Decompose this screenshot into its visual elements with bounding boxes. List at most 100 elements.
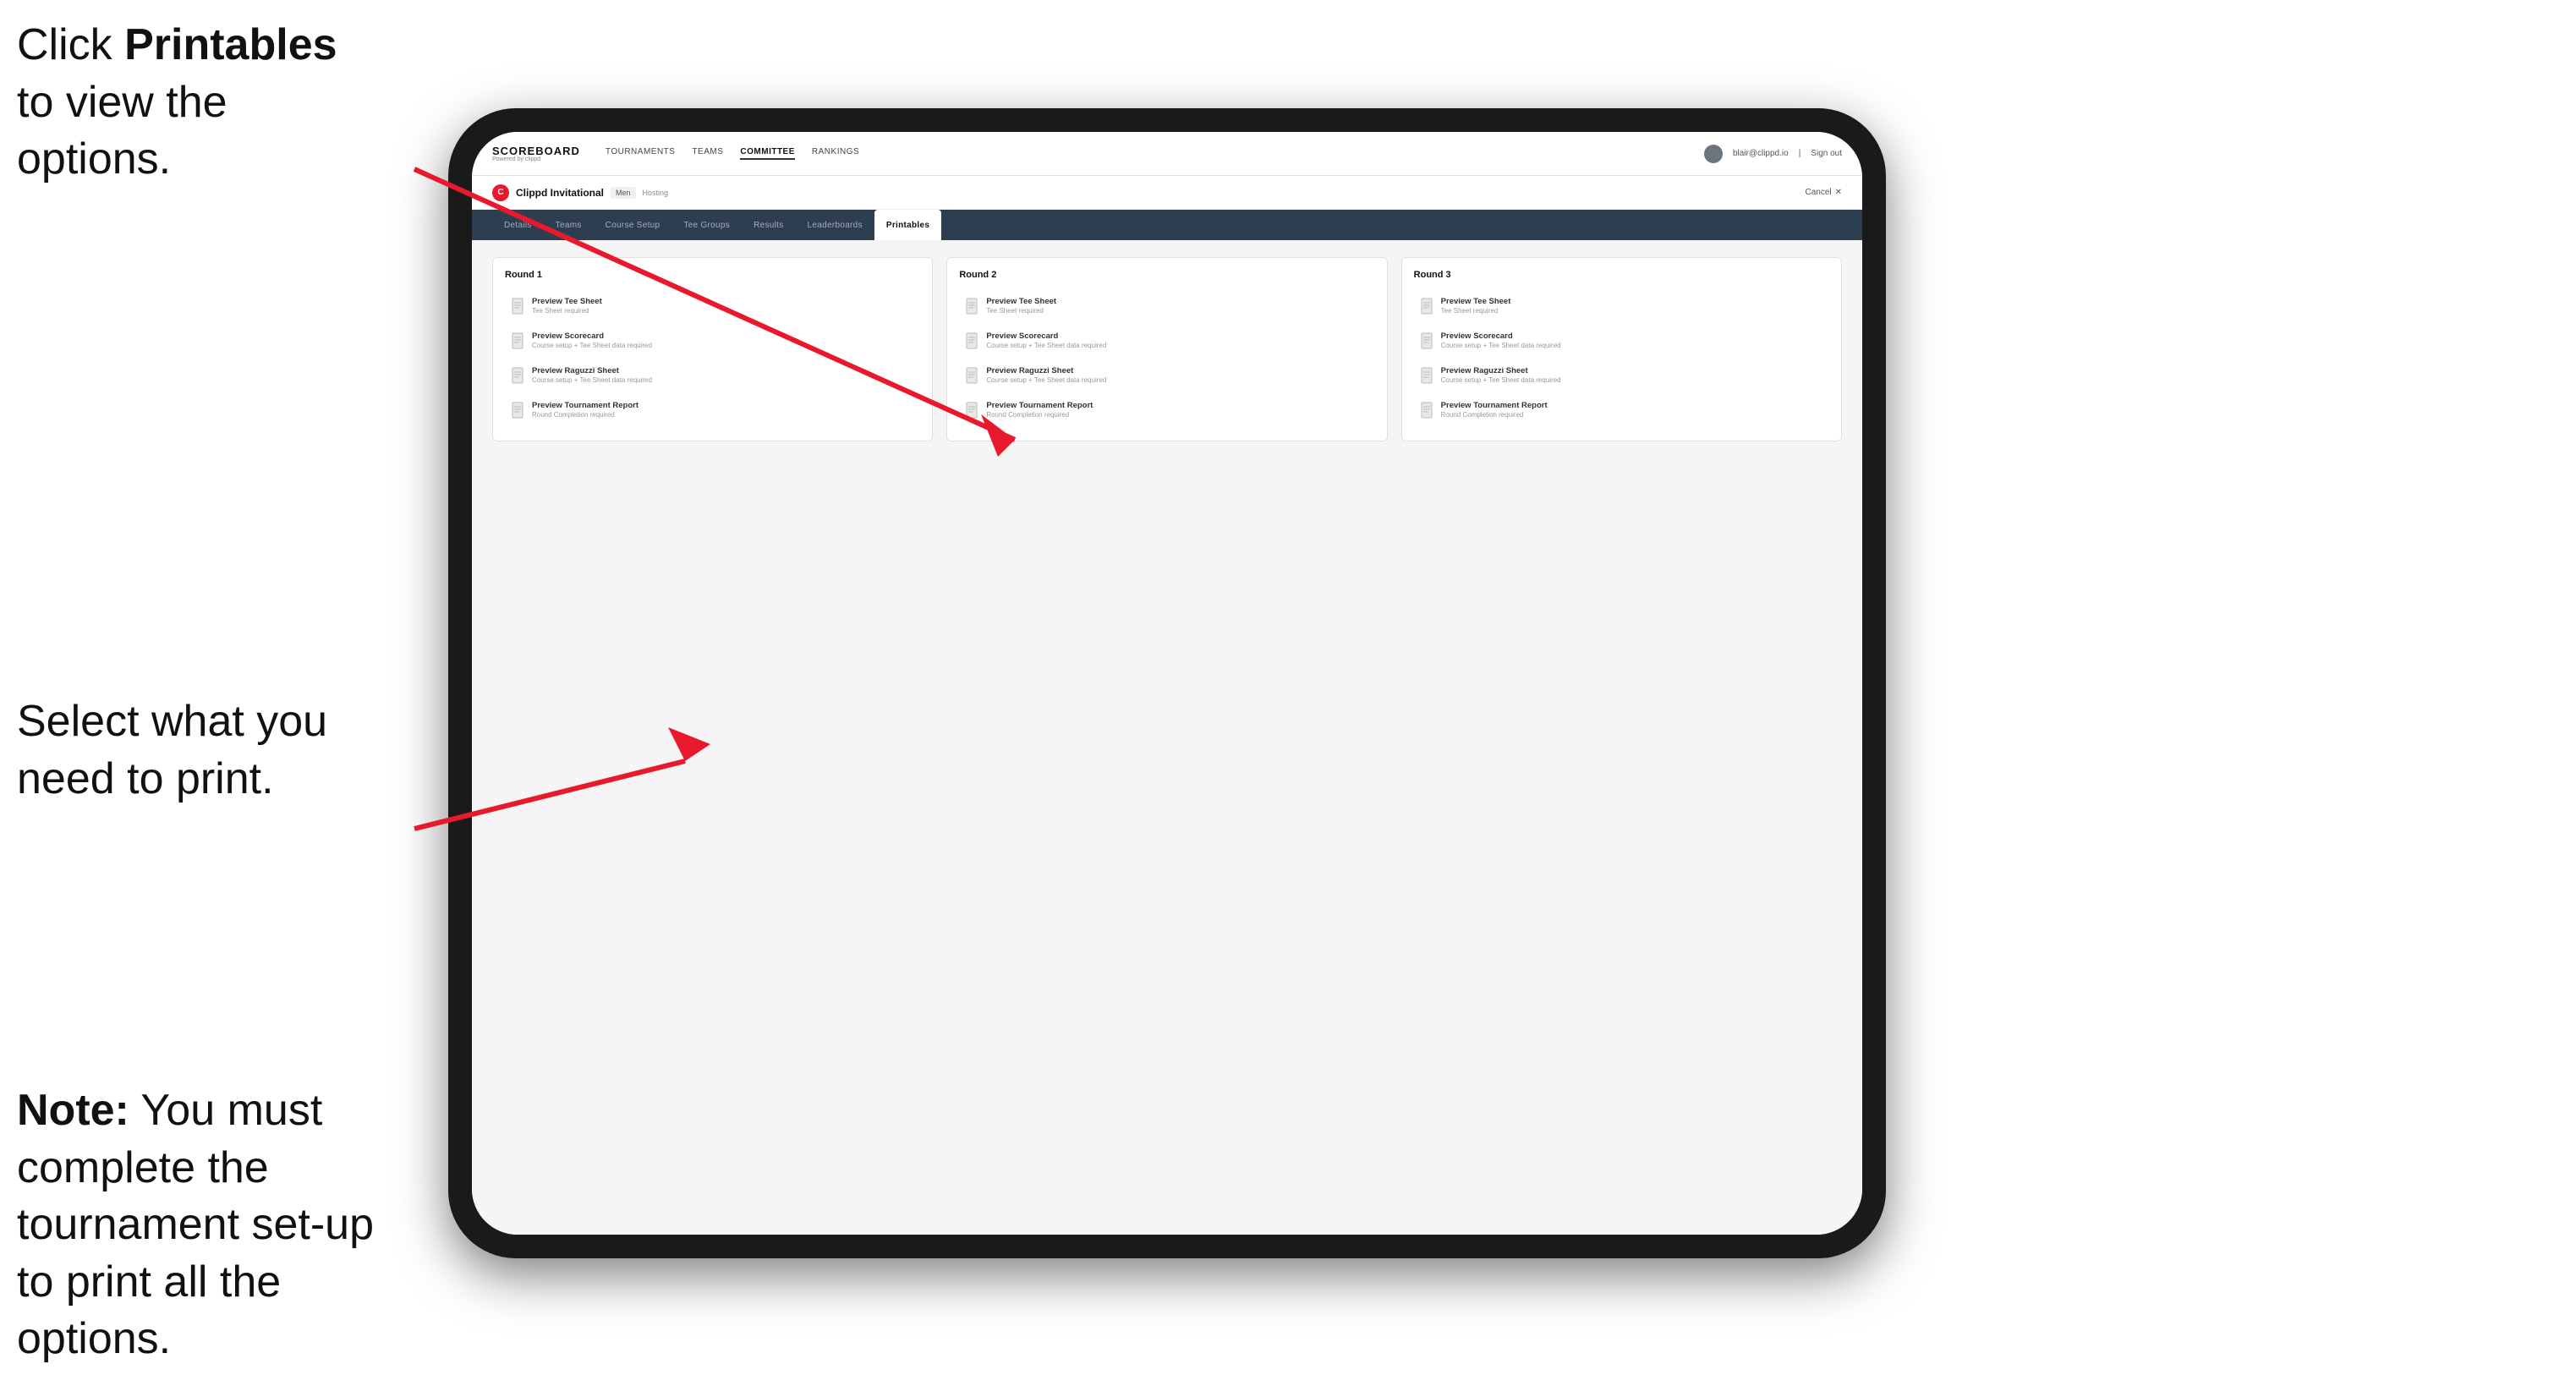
nav-separator: | (1799, 149, 1801, 158)
cancel-label: Cancel (1805, 188, 1831, 197)
tab-leaderboards[interactable]: Leaderboards (796, 210, 874, 240)
tab-teams[interactable]: Teams (544, 210, 594, 240)
r1-report-label: Preview Tournament Report (532, 401, 639, 410)
tournament-title: C Clippd Invitational Men Hosting (492, 184, 668, 201)
r3-report-sub: Round Completion required (1441, 411, 1548, 419)
r2-tee-sheet-sub: Tee Sheet required (986, 307, 1056, 315)
r2-tee-sheet-icon (966, 298, 979, 315)
top-nav-links: TOURNAMENTS TEAMS COMMITTEE RANKINGS (606, 147, 859, 160)
tournament-logo: C (492, 184, 509, 201)
r1-tee-sheet-sub: Tee Sheet required (532, 307, 602, 315)
r3-scorecard-sub: Course setup + Tee Sheet data required (1441, 342, 1561, 349)
r2-report-sub: Round Completion required (986, 411, 1093, 419)
tournament-status: Hosting (643, 189, 669, 197)
r2-report-item[interactable]: Preview Tournament Report Round Completi… (959, 394, 1374, 425)
r3-tee-sheet-text: Preview Tee Sheet Tee Sheet required (1441, 297, 1511, 315)
r3-tee-sheet-item[interactable]: Preview Tee Sheet Tee Sheet required (1414, 290, 1829, 321)
r3-report-label: Preview Tournament Report (1441, 401, 1548, 410)
r1-tee-sheet-item[interactable]: Preview Tee Sheet Tee Sheet required (505, 290, 920, 321)
tournament-badge: Men (611, 187, 636, 199)
tab-course-setup[interactable]: Course Setup (594, 210, 672, 240)
user-email: blair@clippd.io (1733, 149, 1789, 158)
annotation-top: Click Printables to view the options. (17, 17, 372, 189)
r2-raguzzi-sub: Course setup + Tee Sheet data required (986, 376, 1106, 384)
nav-link-rankings[interactable]: RANKINGS (812, 147, 859, 160)
tab-tee-groups[interactable]: Tee Groups (671, 210, 742, 240)
annotation-middle: Select what you need to print. (17, 693, 372, 808)
round-2-title: Round 2 (959, 270, 1374, 280)
r3-tee-sheet-icon (1421, 298, 1434, 315)
tournament-name: Clippd Invitational (516, 187, 604, 199)
r1-tee-sheet-label: Preview Tee Sheet (532, 297, 602, 306)
r3-raguzzi-item[interactable]: Preview Raguzzi Sheet Course setup + Tee… (1414, 359, 1829, 391)
r1-report-icon (512, 402, 525, 419)
r3-raguzzi-sub: Course setup + Tee Sheet data required (1441, 376, 1561, 384)
r3-tee-sheet-label: Preview Tee Sheet (1441, 297, 1511, 306)
r3-raguzzi-label: Preview Raguzzi Sheet (1441, 366, 1561, 375)
r3-report-item[interactable]: Preview Tournament Report Round Completi… (1414, 394, 1829, 425)
r3-raguzzi-icon (1421, 367, 1434, 384)
r1-scorecard-item[interactable]: Preview Scorecard Course setup + Tee She… (505, 325, 920, 356)
top-nav-left: SCOREBOARD Powered by clippd TOURNAMENTS… (492, 145, 859, 162)
sub-nav: Details Teams Course Setup Tee Groups Re… (472, 210, 1862, 240)
r1-raguzzi-text: Preview Raguzzi Sheet Course setup + Tee… (532, 366, 652, 384)
top-nav: SCOREBOARD Powered by clippd TOURNAMENTS… (472, 132, 1862, 176)
tablet-screen: SCOREBOARD Powered by clippd TOURNAMENTS… (472, 132, 1862, 1235)
r2-raguzzi-icon (966, 367, 979, 384)
r1-scorecard-icon (512, 332, 525, 349)
r3-scorecard-text: Preview Scorecard Course setup + Tee She… (1441, 331, 1561, 349)
nav-link-tournaments[interactable]: TOURNAMENTS (606, 147, 676, 160)
main-content: Round 1 Preview Tee Sheet Tee Sheet requ… (472, 240, 1862, 1235)
tab-details[interactable]: Details (492, 210, 544, 240)
r3-report-text: Preview Tournament Report Round Completi… (1441, 401, 1548, 419)
cancel-button[interactable]: Cancel ✕ (1805, 188, 1842, 197)
r3-scorecard-label: Preview Scorecard (1441, 331, 1561, 341)
r1-report-text: Preview Tournament Report Round Completi… (532, 401, 639, 419)
user-avatar (1704, 145, 1723, 163)
r2-report-icon (966, 402, 979, 419)
nav-link-committee[interactable]: COMMITTEE (740, 147, 795, 160)
round-2-column: Round 2 Preview Tee Sheet Tee Sheet requ… (946, 257, 1387, 441)
r2-scorecard-item[interactable]: Preview Scorecard Course setup + Tee She… (959, 325, 1374, 356)
r1-raguzzi-sub: Course setup + Tee Sheet data required (532, 376, 652, 384)
r2-raguzzi-item[interactable]: Preview Raguzzi Sheet Course setup + Tee… (959, 359, 1374, 391)
r2-scorecard-text: Preview Scorecard Course setup + Tee She… (986, 331, 1106, 349)
r3-raguzzi-text: Preview Raguzzi Sheet Course setup + Tee… (1441, 366, 1561, 384)
r1-scorecard-label: Preview Scorecard (532, 331, 652, 341)
rounds-container: Round 1 Preview Tee Sheet Tee Sheet requ… (492, 257, 1842, 441)
r3-scorecard-icon (1421, 332, 1434, 349)
round-1-title: Round 1 (505, 270, 920, 280)
r1-scorecard-text: Preview Scorecard Course setup + Tee She… (532, 331, 652, 349)
annotation-note-bold: Note: (17, 1086, 129, 1135)
r1-report-item[interactable]: Preview Tournament Report Round Completi… (505, 394, 920, 425)
round-3-title: Round 3 (1414, 270, 1829, 280)
r3-tee-sheet-sub: Tee Sheet required (1441, 307, 1511, 315)
r1-report-sub: Round Completion required (532, 411, 639, 419)
r2-tee-sheet-label: Preview Tee Sheet (986, 297, 1056, 306)
r1-raguzzi-label: Preview Raguzzi Sheet (532, 366, 652, 375)
r1-raguzzi-icon (512, 367, 525, 384)
logo-sub: Powered by clippd (492, 156, 580, 162)
r1-scorecard-sub: Course setup + Tee Sheet data required (532, 342, 652, 349)
logo-title: SCOREBOARD (492, 145, 580, 156)
top-nav-right: blair@clippd.io | Sign out (1704, 145, 1842, 163)
tablet-frame: SCOREBOARD Powered by clippd TOURNAMENTS… (448, 108, 1886, 1258)
tournament-header: C Clippd Invitational Men Hosting Cancel… (472, 176, 1862, 210)
tab-printables[interactable]: Printables (874, 210, 941, 240)
r3-scorecard-item[interactable]: Preview Scorecard Course setup + Tee She… (1414, 325, 1829, 356)
r2-raguzzi-label: Preview Raguzzi Sheet (986, 366, 1106, 375)
r2-report-label: Preview Tournament Report (986, 401, 1093, 410)
r1-tee-sheet-text: Preview Tee Sheet Tee Sheet required (532, 297, 602, 315)
r2-tee-sheet-text: Preview Tee Sheet Tee Sheet required (986, 297, 1056, 315)
close-icon: ✕ (1835, 188, 1842, 197)
r2-report-text: Preview Tournament Report Round Completi… (986, 401, 1093, 419)
r1-raguzzi-item[interactable]: Preview Raguzzi Sheet Course setup + Tee… (505, 359, 920, 391)
round-1-column: Round 1 Preview Tee Sheet Tee Sheet requ… (492, 257, 933, 441)
annotation-bottom: Note: You must complete the tournament s… (17, 1082, 389, 1368)
sign-out-link[interactable]: Sign out (1811, 149, 1842, 158)
r2-raguzzi-text: Preview Raguzzi Sheet Course setup + Tee… (986, 366, 1106, 384)
annotation-printables-bold: Printables (124, 20, 337, 69)
tab-results[interactable]: Results (742, 210, 795, 240)
r2-tee-sheet-item[interactable]: Preview Tee Sheet Tee Sheet required (959, 290, 1374, 321)
nav-link-teams[interactable]: TEAMS (692, 147, 723, 160)
